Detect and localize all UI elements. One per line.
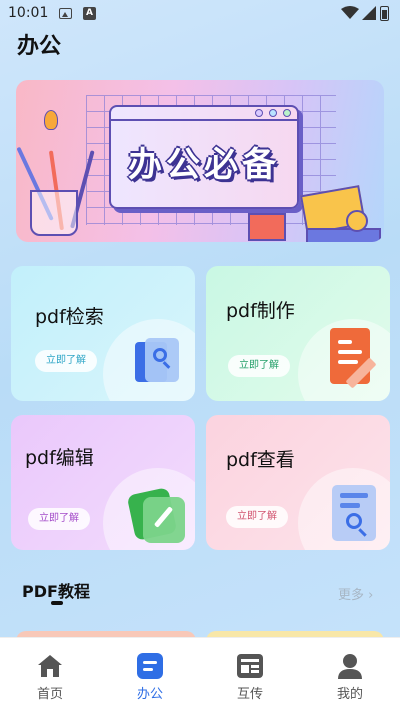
learn-more-button[interactable]: 立即了解 bbox=[28, 508, 90, 530]
page-title: 办公 bbox=[17, 34, 62, 59]
app-notification-icon: A bbox=[83, 7, 96, 20]
edit-icon bbox=[126, 485, 187, 543]
tab-label: 办公 bbox=[136, 687, 163, 702]
learn-more-button[interactable]: 立即了解 bbox=[228, 355, 290, 377]
card-pdf-search[interactable]: pdf检索 立即了解 bbox=[11, 266, 195, 401]
tulip-icon bbox=[44, 110, 58, 130]
card-pdf-edit[interactable]: pdf编辑 立即了解 bbox=[11, 415, 195, 550]
wifi-icon bbox=[341, 6, 359, 19]
transfer-icon bbox=[237, 654, 263, 678]
tab-label: 我的 bbox=[336, 687, 363, 702]
section-underline bbox=[51, 601, 63, 605]
window-dot bbox=[255, 109, 263, 117]
window-dot bbox=[283, 109, 291, 117]
status-time: 10:01 bbox=[8, 5, 49, 21]
status-bar: 10:01 A bbox=[0, 0, 400, 26]
banner-window: 办公必备 bbox=[109, 105, 299, 209]
document-icon bbox=[137, 653, 163, 679]
banner-text: 办公必备 bbox=[128, 145, 280, 185]
user-icon bbox=[338, 654, 362, 679]
card-title: pdf查看 bbox=[226, 449, 295, 471]
pen-cup-icon bbox=[30, 190, 78, 236]
tab-home[interactable]: 首页 bbox=[0, 638, 100, 711]
book-icon bbox=[306, 228, 381, 242]
learn-more-button[interactable]: 立即了解 bbox=[35, 350, 97, 372]
window-bar bbox=[111, 107, 297, 121]
document-edit-icon bbox=[330, 328, 384, 390]
card-title: pdf编辑 bbox=[25, 447, 94, 469]
document-view-icon bbox=[332, 483, 380, 543]
learn-more-button[interactable]: 立即了解 bbox=[226, 506, 288, 528]
tab-mine[interactable]: 我的 bbox=[300, 638, 400, 711]
banner[interactable]: 办公必备 bbox=[16, 80, 384, 242]
document-search-icon bbox=[131, 336, 183, 388]
card-pdf-view[interactable]: pdf查看 立即了解 bbox=[206, 415, 390, 550]
tab-bar: 首页 办公 互传 我的 bbox=[0, 637, 400, 711]
signal-icon bbox=[362, 6, 376, 20]
card-pdf-make[interactable]: pdf制作 立即了解 bbox=[206, 266, 390, 401]
tab-transfer[interactable]: 互传 bbox=[200, 638, 300, 711]
section-title: PDF教程 bbox=[22, 582, 90, 601]
image-notification-icon bbox=[59, 8, 72, 19]
tab-label: 互传 bbox=[236, 687, 263, 702]
home-icon bbox=[38, 655, 62, 677]
card-title: pdf检索 bbox=[35, 306, 104, 328]
more-link[interactable]: 更多 › bbox=[338, 584, 373, 603]
toolbox-icon bbox=[248, 213, 286, 241]
card-title: pdf制作 bbox=[226, 300, 295, 322]
smiley-icon bbox=[346, 210, 368, 232]
battery-icon bbox=[380, 6, 389, 21]
tab-office[interactable]: 办公 bbox=[100, 638, 200, 711]
tab-label: 首页 bbox=[36, 687, 63, 702]
window-dot bbox=[269, 109, 277, 117]
